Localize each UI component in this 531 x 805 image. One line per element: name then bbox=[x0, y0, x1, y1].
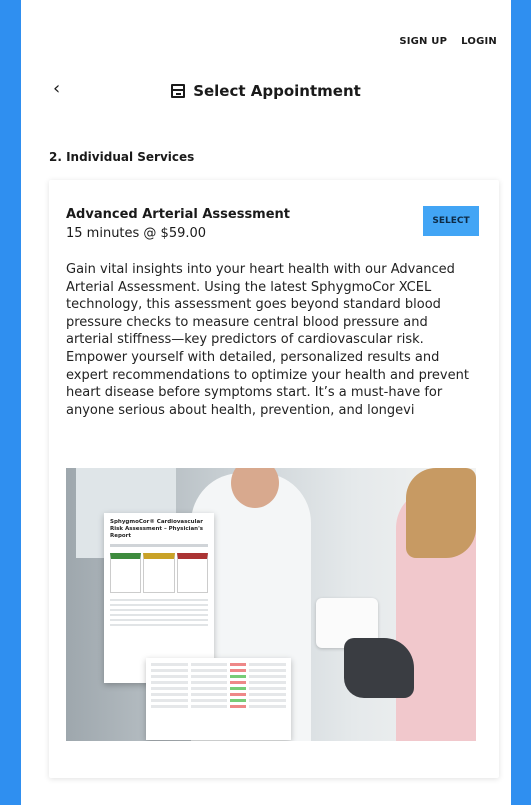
select-button[interactable]: SELECT bbox=[423, 206, 479, 236]
calendar-icon bbox=[171, 84, 186, 98]
service-description: Gain vital insights into your heart heal… bbox=[66, 262, 469, 418]
page-title: Select Appointment bbox=[21, 82, 511, 100]
service-name: Advanced Arterial Assessment bbox=[66, 207, 291, 222]
service-image: SphygmoCor® Cardiovascular Risk Assessme… bbox=[66, 468, 476, 741]
service-card: Advanced Arterial Assessment 15 minutes … bbox=[49, 180, 499, 778]
login-link[interactable]: LOGIN bbox=[461, 36, 497, 47]
bp-cuff bbox=[344, 638, 414, 698]
report-title: SphygmoCor® Cardiovascular Risk Assessme… bbox=[110, 519, 204, 539]
page-frame: SIGN UP LOGIN ‹ Select Appointment 2. In… bbox=[21, 0, 511, 805]
service-duration-price: 15 minutes @ $59.00 bbox=[66, 226, 207, 241]
sign-up-link[interactable]: SIGN UP bbox=[399, 36, 447, 47]
report-table bbox=[146, 658, 291, 740]
section-label: 2. Individual Services bbox=[49, 150, 195, 164]
page-title-text: Select Appointment bbox=[193, 82, 361, 100]
top-nav: SIGN UP LOGIN bbox=[399, 36, 497, 47]
